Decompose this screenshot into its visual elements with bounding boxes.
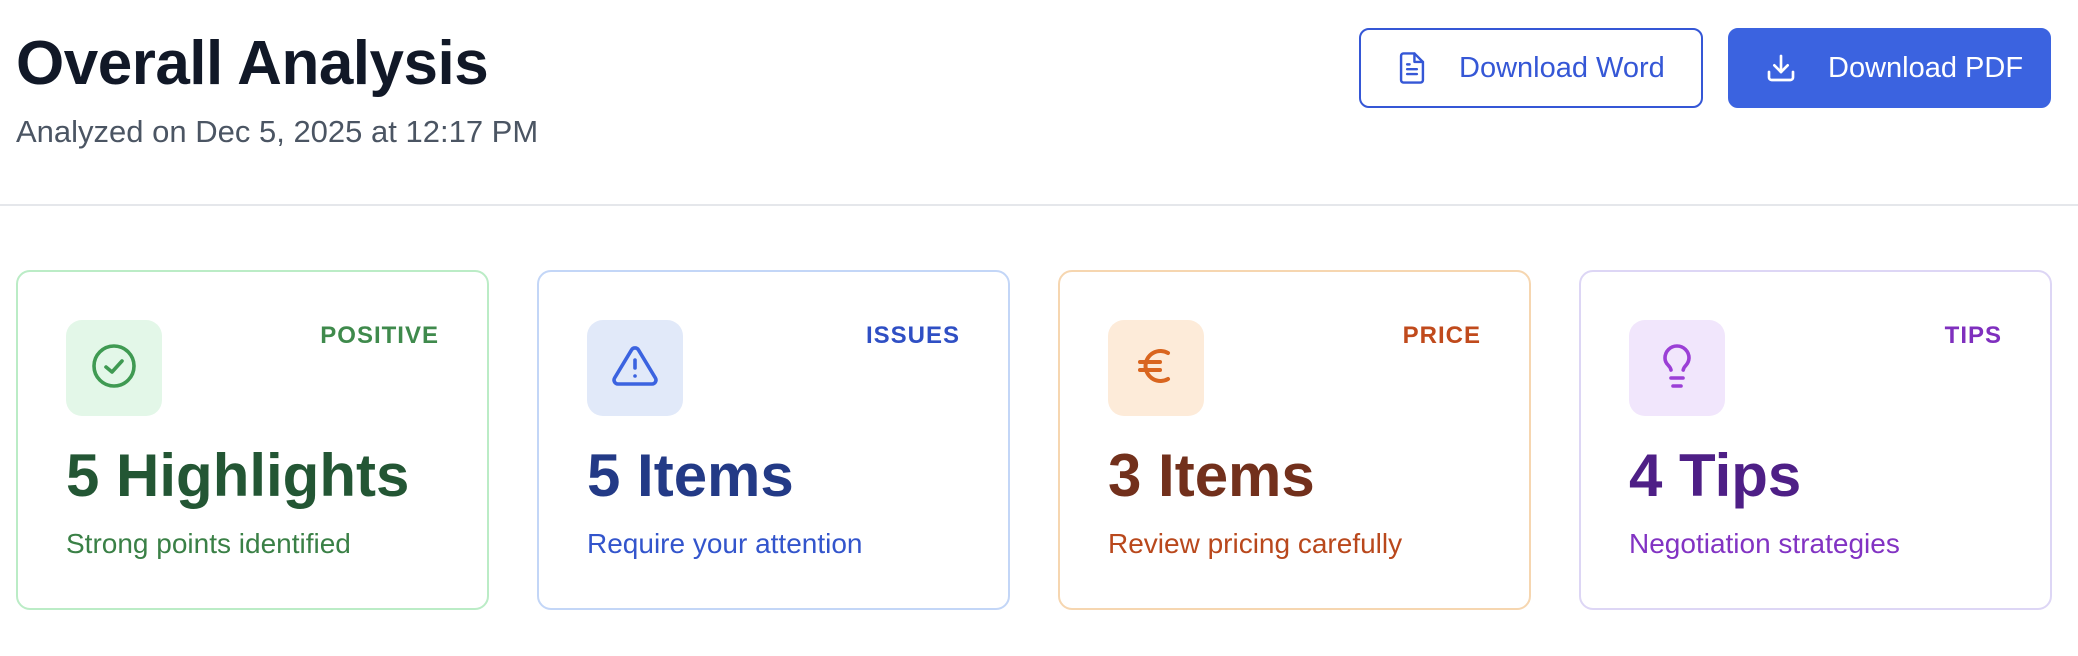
header-divider — [0, 204, 2078, 206]
card-tag: PRICE — [1402, 322, 1481, 349]
issues-summary-card: ISSUES 5 Items Require your attention — [537, 270, 1010, 610]
warning-triangle-icon — [611, 342, 659, 395]
download-word-label: Download Word — [1459, 51, 1665, 84]
card-tag: POSITIVE — [320, 322, 439, 349]
tips-summary-card: TIPS 4 Tips Negotiation strategies — [1579, 270, 2052, 610]
overall-analysis-page: Overall Analysis Analyzed on Dec 5, 2025… — [0, 0, 2078, 656]
download-icon — [1764, 51, 1798, 85]
download-pdf-label: Download PDF — [1828, 51, 2024, 84]
price-summary-card: PRICE 3 Items Review pricing carefully — [1058, 270, 1531, 610]
card-description: Strong points identified — [66, 528, 351, 559]
card-tag: TIPS — [1944, 322, 2002, 349]
card-description: Review pricing carefully — [1108, 528, 1403, 559]
card-headline: 4 Tips — [1629, 442, 1802, 509]
tips-icon-box — [1629, 320, 1725, 416]
card-headline: 5 Highlights — [66, 442, 410, 509]
issues-icon-box — [587, 320, 683, 416]
euro-icon — [1132, 342, 1180, 395]
document-icon — [1395, 51, 1429, 85]
analysis-timestamp: Analyzed on Dec 5, 2025 at 12:17 PM — [16, 114, 539, 149]
positive-icon-box — [66, 320, 162, 416]
card-tag: ISSUES — [865, 322, 960, 349]
card-description: Require your attention — [587, 528, 863, 559]
page-title: Overall Analysis — [16, 29, 489, 98]
positive-summary-card: POSITIVE 5 Highlights Strong points iden… — [16, 270, 489, 610]
price-icon-box — [1108, 320, 1204, 416]
card-headline: 5 Items — [587, 442, 794, 509]
download-word-button[interactable]: Download Word — [1359, 28, 1703, 108]
lightbulb-icon — [1653, 342, 1701, 395]
card-description: Negotiation strategies — [1629, 528, 1900, 559]
download-pdf-button[interactable]: Download PDF — [1728, 28, 2051, 108]
check-circle-icon — [90, 342, 138, 395]
card-headline: 3 Items — [1108, 442, 1315, 509]
